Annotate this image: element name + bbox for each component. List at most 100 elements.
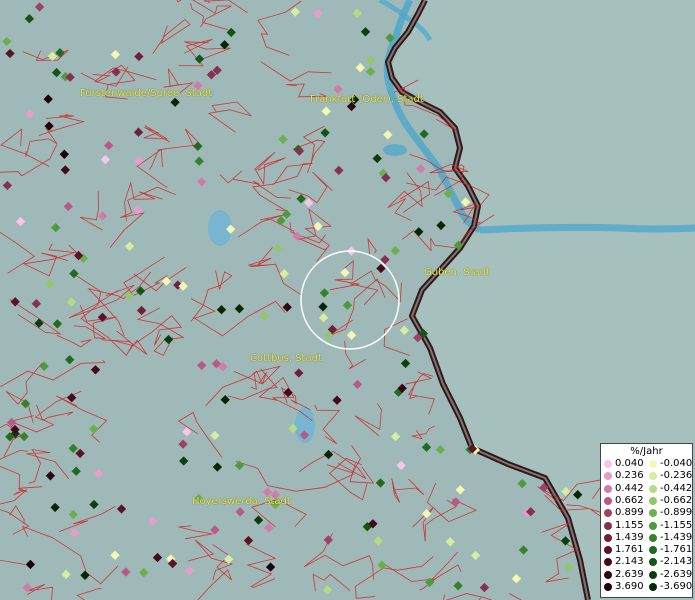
station-marker[interactable]: [31, 299, 41, 309]
station-marker[interactable]: [69, 268, 79, 279]
station-marker[interactable]: [197, 360, 207, 371]
station-marker[interactable]: [90, 365, 101, 375]
station-marker[interactable]: [51, 67, 62, 78]
station-marker[interactable]: [210, 430, 220, 441]
station-marker[interactable]: [116, 504, 127, 514]
station-marker[interactable]: [375, 478, 386, 488]
station-marker[interactable]: [104, 140, 114, 151]
station-marker[interactable]: [313, 221, 323, 231]
station-marker[interactable]: [65, 355, 75, 365]
station-marker[interactable]: [415, 164, 426, 174]
station-marker[interactable]: [470, 550, 481, 561]
station-marker[interactable]: [43, 94, 53, 104]
station-marker[interactable]: [400, 358, 411, 369]
station-marker[interactable]: [253, 515, 264, 525]
station-marker[interactable]: [24, 14, 35, 24]
station-marker[interactable]: [414, 227, 424, 237]
station-marker[interactable]: [323, 535, 333, 545]
station-marker[interactable]: [320, 128, 330, 138]
station-marker[interactable]: [89, 499, 99, 510]
station-marker[interactable]: [226, 27, 236, 38]
station-marker[interactable]: [25, 559, 36, 570]
station-marker[interactable]: [19, 431, 29, 442]
station-marker[interactable]: [366, 55, 376, 65]
station-marker[interactable]: [334, 165, 344, 176]
station-marker[interactable]: [318, 302, 328, 312]
station-marker[interactable]: [340, 267, 350, 278]
station-marker[interactable]: [323, 449, 334, 460]
station-marker[interactable]: [460, 197, 471, 207]
station-marker[interactable]: [445, 537, 455, 547]
station-marker[interactable]: [365, 67, 376, 77]
station-marker[interactable]: [39, 361, 49, 371]
station-marker[interactable]: [342, 300, 353, 310]
station-marker[interactable]: [194, 54, 205, 64]
station-marker[interactable]: [296, 194, 306, 204]
station-marker[interactable]: [373, 536, 384, 546]
station-marker[interactable]: [75, 448, 85, 459]
station-marker[interactable]: [51, 223, 61, 233]
station-marker[interactable]: [68, 509, 78, 520]
station-marker[interactable]: [455, 485, 465, 495]
station-marker[interactable]: [259, 311, 270, 321]
station-marker[interactable]: [111, 67, 121, 77]
station-marker[interactable]: [332, 395, 342, 405]
station-marker[interactable]: [396, 460, 406, 471]
station-marker[interactable]: [436, 220, 446, 231]
station-marker[interactable]: [564, 562, 574, 573]
station-marker[interactable]: [184, 566, 195, 576]
station-marker[interactable]: [170, 97, 180, 107]
station-marker[interactable]: [193, 141, 203, 151]
station-marker[interactable]: [278, 134, 288, 145]
station-marker[interactable]: [194, 156, 204, 166]
station-marker[interactable]: [163, 334, 174, 345]
station-marker[interactable]: [15, 216, 26, 227]
station-marker[interactable]: [34, 2, 45, 12]
station-marker[interactable]: [124, 241, 135, 251]
station-marker[interactable]: [333, 84, 343, 94]
station-marker[interactable]: [216, 305, 227, 315]
station-marker[interactable]: [67, 393, 77, 403]
station-marker[interactable]: [243, 535, 254, 546]
station-marker[interactable]: [59, 149, 69, 159]
station-marker[interactable]: [352, 8, 362, 18]
station-marker[interactable]: [50, 502, 60, 513]
station-marker[interactable]: [304, 198, 314, 208]
station-marker[interactable]: [98, 211, 108, 221]
station-marker[interactable]: [399, 325, 409, 336]
station-marker[interactable]: [89, 424, 99, 434]
station-marker[interactable]: [290, 7, 300, 17]
station-marker[interactable]: [352, 379, 363, 390]
station-marker[interactable]: [133, 127, 144, 137]
station-marker[interactable]: [71, 466, 81, 476]
station-marker[interactable]: [110, 49, 121, 60]
station-marker[interactable]: [453, 581, 463, 591]
station-marker[interactable]: [45, 471, 56, 481]
station-marker[interactable]: [60, 165, 70, 175]
station-marker[interactable]: [100, 154, 110, 165]
station-marker[interactable]: [139, 567, 149, 578]
station-marker[interactable]: [518, 545, 529, 555]
station-marker[interactable]: [234, 304, 245, 314]
station-marker[interactable]: [134, 155, 144, 166]
station-marker[interactable]: [383, 130, 393, 140]
station-marker[interactable]: [235, 507, 245, 517]
station-marker[interactable]: [210, 525, 220, 535]
station-marker[interactable]: [421, 442, 432, 452]
station-marker[interactable]: [179, 456, 189, 466]
station-marker[interactable]: [5, 48, 15, 59]
station-marker[interactable]: [134, 51, 144, 62]
station-marker[interactable]: [94, 468, 104, 479]
station-marker[interactable]: [313, 8, 323, 18]
station-marker[interactable]: [152, 552, 163, 563]
station-marker[interactable]: [511, 574, 522, 584]
station-marker[interactable]: [136, 305, 147, 316]
station-marker[interactable]: [178, 439, 188, 449]
station-marker[interactable]: [282, 302, 292, 312]
station-marker[interactable]: [121, 567, 131, 577]
station-marker[interactable]: [390, 246, 400, 256]
station-marker[interactable]: [294, 368, 304, 378]
station-marker[interactable]: [45, 278, 55, 289]
station-marker[interactable]: [390, 431, 401, 442]
station-marker[interactable]: [276, 215, 286, 226]
